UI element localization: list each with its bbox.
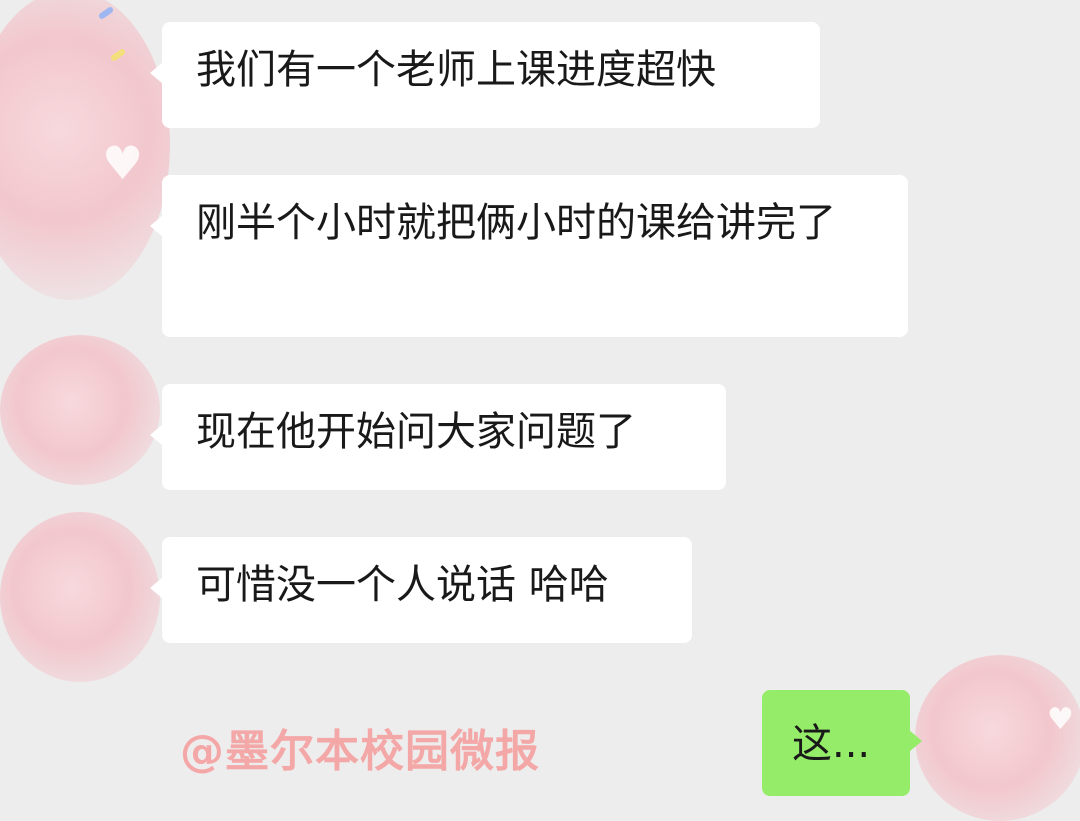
message-bubble-received[interactable]: 可惜没一个人说话 哈哈 (150, 537, 692, 643)
message-text: 现在他开始问大家问题了 (196, 409, 636, 455)
message-text: 这... (792, 721, 871, 767)
avatar-self[interactable]: ♥ (915, 655, 1080, 821)
avatar-sender[interactable]: ♥ (0, 0, 170, 300)
message-text: 我们有一个老师上课进度超快 (196, 47, 716, 93)
message-bubble-received[interactable]: 我们有一个老师上课进度超快 (150, 22, 820, 128)
heart-icon: ♥ (1047, 702, 1074, 737)
message-bubble-received[interactable]: 现在他开始问大家问题了 (150, 384, 726, 490)
message-text: 刚半个小时就把俩小时的课给讲完了 (196, 200, 836, 246)
avatar-sender[interactable] (0, 335, 160, 485)
message-bubble-sent[interactable]: 这... (762, 690, 922, 796)
confetti-decoration (109, 47, 127, 63)
message-bubble-received[interactable]: 刚半个小时就把俩小时的课给讲完了 (150, 175, 908, 337)
confetti-decoration (97, 5, 115, 21)
heart-icon: ♥ (102, 136, 144, 190)
chat-area[interactable]: ♥ ♥ 我们有一个老师上课进度超快 刚半个小时就把俩小时的课给讲完了 现在他开始… (0, 0, 1080, 821)
watermark-text: @墨尔本校园微报 (180, 726, 540, 777)
avatar-sender[interactable] (0, 512, 160, 682)
message-text: 可惜没一个人说话 哈哈 (196, 562, 609, 608)
